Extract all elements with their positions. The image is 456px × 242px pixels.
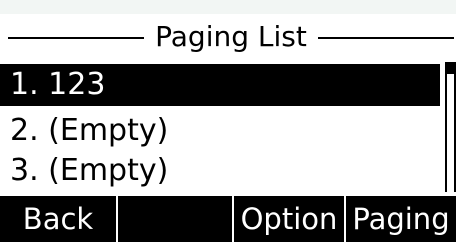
list-item-3[interactable]: 3. (Empty) [0, 150, 440, 192]
scrollbar[interactable] [445, 62, 456, 192]
page-title: Paging List [155, 20, 307, 53]
option-button[interactable]: Option [234, 196, 344, 242]
list-item-2[interactable]: 2. (Empty) [0, 110, 440, 152]
scrollbar-track [447, 62, 454, 192]
title-bar: Paging List [0, 14, 456, 60]
scrollbar-thumb[interactable] [445, 62, 456, 74]
back-button[interactable]: Back [0, 196, 116, 242]
list-item-1[interactable]: 1. 123 [0, 64, 440, 106]
top-strip [0, 0, 456, 14]
blank-softkey[interactable] [118, 196, 232, 242]
title-rule-right [318, 37, 454, 39]
paging-button[interactable]: Paging [346, 196, 456, 242]
title-rule-left [8, 37, 144, 39]
phone-screen: Paging List 1. 123 2. (Empty) 3. (Empty)… [0, 0, 456, 242]
softkey-bar: Back Option Paging [0, 196, 456, 242]
